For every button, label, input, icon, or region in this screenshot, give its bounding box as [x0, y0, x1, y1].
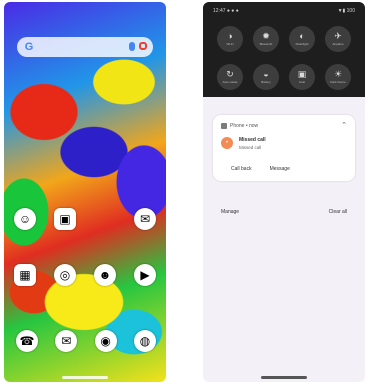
status-bar: 12:47 ● ● ● ▼▮ 100	[213, 8, 355, 16]
notification-shade: 12:47 ● ● ● ▼▮ 100 ◑ Wi-Fi ✹ Bluetooth ◐ Fl…	[203, 2, 365, 382]
qs-tile[interactable]: ▣ Cast	[289, 64, 315, 90]
qs-tile-label: Dark theme	[330, 80, 346, 84]
avatar: •	[221, 137, 233, 149]
app-icon[interactable]: ◎	[54, 264, 76, 286]
phone-app-icon[interactable]: ☎	[16, 330, 38, 352]
notification-title: Missed call	[239, 137, 266, 143]
notification-text: Missed call	[239, 145, 262, 150]
qs-tile-label: Auto-rotate	[222, 80, 238, 84]
app-slot[interactable]: ▦	[10, 264, 40, 286]
qs-tile-label: Flashlight	[295, 42, 309, 46]
notification-app-name: Phone • now	[230, 123, 259, 129]
app-row-1: ☺ ▣ ✉	[10, 208, 160, 230]
app-icon[interactable]: ✉	[134, 208, 156, 230]
qs-tile[interactable]: ◐ Flashlight	[289, 26, 315, 52]
dock: ☎ ✉ ◉ ◍	[16, 330, 156, 352]
app-slot[interactable]: ✉	[130, 208, 160, 230]
status-right: ▼▮ 100	[337, 8, 355, 14]
empty-slot	[94, 208, 116, 230]
qs-tile[interactable]: ↻ Auto-rotate	[217, 64, 243, 90]
shade-footer: Manage Clear all	[213, 207, 355, 217]
lens-icon[interactable]	[139, 42, 147, 50]
app-row-2: ▦ ◎ ☻ ▶	[10, 264, 160, 286]
qs-tile[interactable]: ✹ Bluetooth	[253, 26, 279, 52]
qs-tile-icon: ◑	[227, 31, 233, 41]
qs-tile-icon: ✈	[334, 31, 342, 41]
app-icon[interactable]: ▦	[14, 264, 36, 286]
clear-all-button[interactable]: Clear all	[321, 207, 355, 217]
app-slot	[90, 208, 120, 230]
message-button[interactable]: Message	[270, 166, 290, 172]
app-icon[interactable]: ▶	[134, 264, 156, 286]
messages-app-icon[interactable]: ✉	[55, 330, 78, 352]
notification-header: Phone • now	[221, 123, 258, 129]
qs-tile-icon: ◒	[263, 69, 269, 79]
app-slot[interactable]: ☻	[90, 264, 120, 286]
app-slot[interactable]: ▶	[130, 264, 160, 286]
qs-tile-label: Battery	[261, 80, 271, 84]
app-slot[interactable]: ☺	[10, 208, 40, 230]
qs-tile-label: Bluetooth	[259, 42, 273, 46]
mic-icon[interactable]	[129, 42, 135, 51]
app-icon[interactable]: ☺	[14, 208, 36, 230]
gesture-bar[interactable]	[261, 376, 307, 379]
qs-tile-label: Airplane	[332, 42, 344, 46]
gesture-bar[interactable]	[62, 376, 108, 379]
notification-actions: Call back Message	[231, 166, 290, 172]
app-icon[interactable]: ☻	[94, 264, 116, 286]
quick-settings-panel: 12:47 ● ● ● ▼▮ 100 ◑ Wi-Fi ✹ Bluetooth ◐ Fl…	[203, 2, 365, 97]
app-slot[interactable]: ▣	[50, 208, 80, 230]
camera-app-icon[interactable]: ◍	[133, 330, 156, 352]
chevron-up-icon[interactable]: ⌃	[341, 121, 347, 129]
qs-tile[interactable]: ✈ Airplane	[325, 26, 351, 52]
quick-settings-tiles: ◑ Wi-Fi ✹ Bluetooth ◐ Flashlight ✈ Airplane …	[217, 26, 353, 90]
home-screen: G ☺ ▣ ✉ ▦ ◎ ☻ ▶ ☎ ✉ ◉ ◍	[4, 2, 166, 382]
google-search-bar[interactable]: G	[17, 37, 153, 57]
chrome-app-icon[interactable]: ◉	[94, 330, 117, 352]
qs-tile-icon: ☀	[333, 69, 343, 79]
qs-tile-label: Cast	[298, 80, 306, 84]
phone-app-icon	[221, 123, 227, 129]
app-icon[interactable]: ▣	[54, 208, 76, 230]
call-back-button[interactable]: Call back	[231, 166, 252, 172]
qs-tile-icon: ✹	[262, 31, 270, 41]
status-left: 12:47 ● ● ●	[213, 8, 239, 14]
qs-tile[interactable]: ☀ Dark theme	[325, 64, 351, 90]
qs-tile-icon: ◐	[299, 31, 305, 41]
qs-tile[interactable]: ◑ Wi-Fi	[217, 26, 243, 52]
qs-tile-label: Wi-Fi	[226, 42, 234, 46]
app-slot[interactable]: ◎	[50, 264, 80, 286]
qs-tile-icon: ↻	[226, 69, 234, 79]
notification-card[interactable]: Phone • now ⌃ • Missed call Missed call …	[213, 115, 355, 181]
manage-button[interactable]: Manage	[213, 207, 247, 217]
google-logo-icon: G	[24, 41, 34, 53]
qs-tile-icon: ▣	[297, 69, 307, 79]
qs-tile[interactable]: ◒ Battery	[253, 64, 279, 90]
